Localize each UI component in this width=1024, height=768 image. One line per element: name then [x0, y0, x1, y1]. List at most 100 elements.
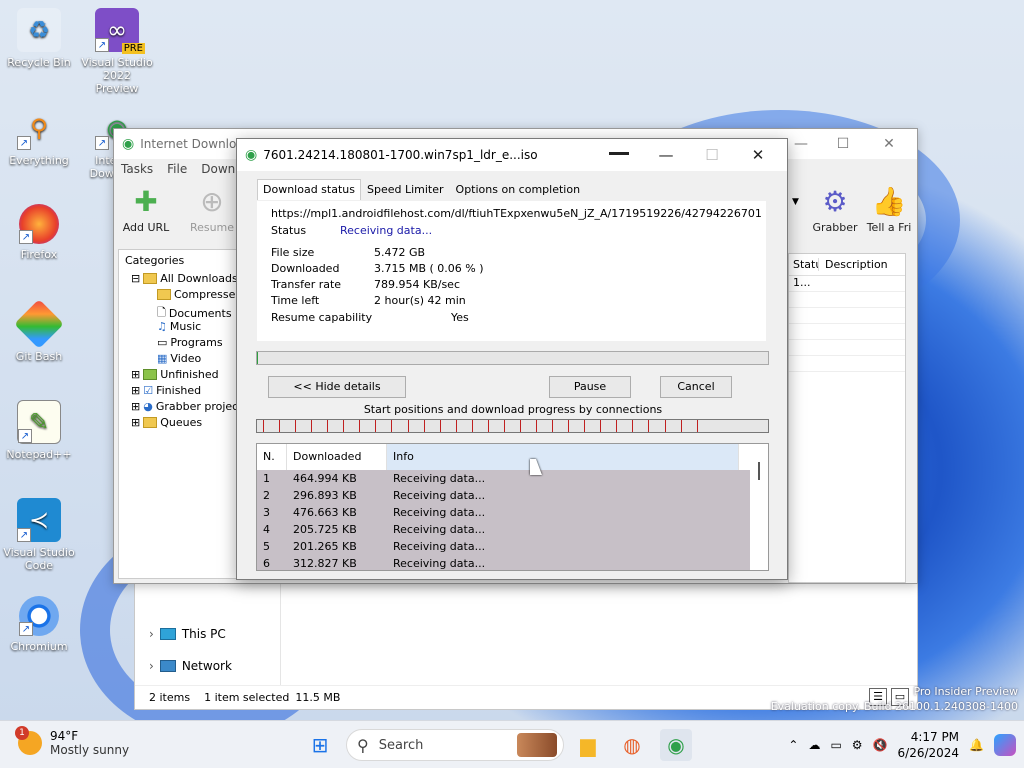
notepadpp-icon: ✎ ↗ — [17, 400, 61, 444]
table-row[interactable]: 1 464.994 KB Receiving data... — [257, 470, 768, 487]
desktop-icon-git-bash[interactable]: Git Bash — [3, 299, 75, 363]
taskbar: 1 94°F Mostly sunny ⊞ ⚲ Search ▆ ◍ ◉ ⌃ ☁… — [0, 720, 1024, 768]
table-row[interactable]: 2 296.893 KB Receiving data... — [257, 487, 768, 504]
visual-studio-preview-icon: ∞ PRE ↗ — [95, 8, 145, 54]
connection-start-tick — [648, 420, 649, 432]
category-video[interactable]: ▦ Video — [157, 352, 201, 365]
categories-header: Categories — [125, 254, 185, 267]
desktop-icon-notepadpp[interactable]: ✎ ↗ Notepad++ — [3, 400, 75, 461]
tab-download-status[interactable]: Download status — [257, 179, 361, 200]
settings-icon[interactable]: ⚙ — [852, 738, 863, 752]
column-downloaded[interactable]: Downloaded — [287, 444, 387, 470]
category-all-downloads[interactable]: ⊟ All Downloads — [131, 272, 238, 285]
category-programs[interactable]: ▭ Programs — [157, 336, 223, 349]
column-info[interactable]: Info — [387, 444, 739, 470]
folder-unfinished-icon — [143, 369, 158, 380]
overall-progress-bar — [256, 351, 769, 365]
desktop-icon-recycle-bin[interactable]: ♻ Recycle Bin — [3, 8, 75, 69]
category-queues[interactable]: ⊞ Queues — [131, 416, 202, 429]
idm-close-button[interactable]: ✕ — [866, 129, 912, 159]
table-row[interactable]: 6 312.827 KB Receiving data... — [257, 555, 768, 570]
firefox-icon: ↗ — [19, 204, 59, 244]
resume-button[interactable]: ⊕ Resume — [181, 183, 243, 234]
hide-details-button[interactable]: << Hide details — [268, 376, 406, 398]
scrollbar-thumb[interactable] — [758, 462, 760, 480]
dialog-maximize-button[interactable]: ☐ — [689, 139, 735, 171]
cancel-button[interactable]: Cancel — [660, 376, 732, 398]
connection-start-tick — [568, 420, 569, 432]
connection-start-tick — [665, 420, 666, 432]
category-grabber-projects[interactable]: ⊞ ◕ Grabber projects — [131, 400, 248, 413]
taskbar-firefox-icon[interactable]: ◍ — [616, 729, 648, 761]
taskbar-file-explorer-icon[interactable]: ▆ — [572, 729, 604, 761]
download-list-row[interactable]: 1... — [789, 276, 905, 292]
download-list-row — [789, 356, 905, 372]
transfer-rate-label: Transfer rate — [271, 278, 342, 291]
tell-friend-button[interactable]: 👍 Tell a Fri — [864, 183, 914, 234]
desktop-icon-everything[interactable]: ⚲ ↗ Everything — [3, 106, 75, 167]
connection-start-tick — [343, 420, 344, 432]
table-scrollbar[interactable] — [750, 444, 768, 570]
dialog-close-button[interactable]: ✕ — [735, 139, 781, 171]
thumbs-up-icon: 👍 — [871, 185, 907, 218]
category-compressed[interactable]: Compressed — [157, 288, 242, 301]
taskbar-idm-icon[interactable]: ◉ — [660, 729, 692, 761]
network-offline-icon[interactable]: ☁ — [808, 738, 820, 752]
status-value: Receiving data... — [340, 224, 433, 237]
notification-bell-icon[interactable]: 🔔 — [969, 738, 984, 752]
table-row[interactable]: 3 476.663 KB Receiving data... — [257, 504, 768, 521]
chevron-up-icon[interactable]: ⌃ — [788, 738, 798, 752]
column-n[interactable]: N. — [257, 444, 287, 470]
table-row[interactable]: 4 205.725 KB Receiving data... — [257, 521, 768, 538]
idm-maximize-button[interactable]: ☐ — [820, 129, 866, 159]
column-status[interactable]: Status — [789, 258, 819, 271]
download-list-row — [789, 292, 905, 308]
desktop-icon-chromium[interactable]: ↗ Chromium — [3, 596, 75, 653]
weather-widget[interactable]: 1 94°F Mostly sunny — [15, 726, 129, 757]
menu-tasks[interactable]: Tasks — [121, 162, 153, 176]
connection-start-tick — [632, 420, 633, 432]
folder-icon — [157, 289, 171, 300]
desktop-icon-firefox[interactable]: ↗ Firefox — [3, 204, 75, 261]
start-button[interactable]: ⊞ — [304, 729, 336, 761]
category-unfinished[interactable]: ⊞ Unfinished — [131, 368, 219, 381]
table-row[interactable]: 5 201.265 KB Receiving data... — [257, 538, 768, 555]
time-left-label: Time left — [271, 294, 320, 307]
resume-capability-value: Yes — [451, 311, 469, 324]
volume-muted-icon[interactable]: 🔇 — [873, 738, 888, 752]
download-list: Status Description 1... — [788, 253, 906, 583]
toolbar-more-arrow-icon[interactable]: ▼ — [792, 197, 799, 207]
desktop-icon-visual-studio-preview[interactable]: ∞ PRE ↗ Visual Studio 2022 Preview — [81, 8, 153, 95]
pause-button[interactable]: Pause — [549, 376, 631, 398]
file-size-label: File size — [271, 246, 315, 259]
connection-start-tick — [263, 420, 264, 432]
connection-start-tick — [600, 420, 601, 432]
connection-start-tick — [536, 420, 537, 432]
grabber-button[interactable]: ⚙ Grabber — [804, 183, 866, 234]
taskbar-clock[interactable]: 4:17 PM 6/26/2024 — [898, 729, 960, 761]
idm-window-title: Internet Download Manager 6.42 — [140, 137, 238, 151]
dialog-title: 7601.24214.180801-1700.win7sp1_ldr_e...i… — [263, 148, 538, 162]
dialog-minimize-button[interactable]: — — [643, 139, 689, 171]
tab-speed-limiter[interactable]: Speed Limiter — [361, 179, 450, 200]
menu-file[interactable]: File — [167, 162, 187, 176]
copilot-pre-icon[interactable] — [994, 734, 1016, 756]
taskbar-search-box[interactable]: ⚲ Search — [346, 729, 564, 761]
add-url-button[interactable]: ✚ Add URL — [115, 183, 177, 234]
downloaded-value: 3.715 MB ( 0.06 % ) — [374, 262, 484, 275]
display-icon[interactable]: ▭ — [830, 738, 841, 752]
column-description[interactable]: Description — [819, 258, 888, 271]
download-status-panel: https://mpl1.androidfilehost.com/dl/ftiu… — [257, 201, 766, 341]
plus-icon: ✚ — [134, 185, 158, 218]
nav-item-this-pc[interactable]: › This PC — [149, 627, 226, 641]
resume-capability-label: Resume capability — [271, 311, 373, 324]
tab-options-on-completion[interactable]: Options on completion — [450, 179, 587, 200]
desktop-icon-vscode[interactable]: ≺ ↗ Visual Studio Code — [3, 498, 75, 572]
download-list-row — [789, 324, 905, 340]
category-finished[interactable]: ⊞ ☑ Finished — [131, 384, 201, 397]
category-music[interactable]: ♫ Music — [157, 320, 201, 333]
search-placeholder: Search — [378, 737, 424, 753]
nav-item-network[interactable]: › Network — [149, 659, 232, 673]
video-icon: ▦ — [157, 352, 168, 365]
download-url: https://mpl1.androidfilehost.com/dl/ftiu… — [271, 207, 761, 220]
